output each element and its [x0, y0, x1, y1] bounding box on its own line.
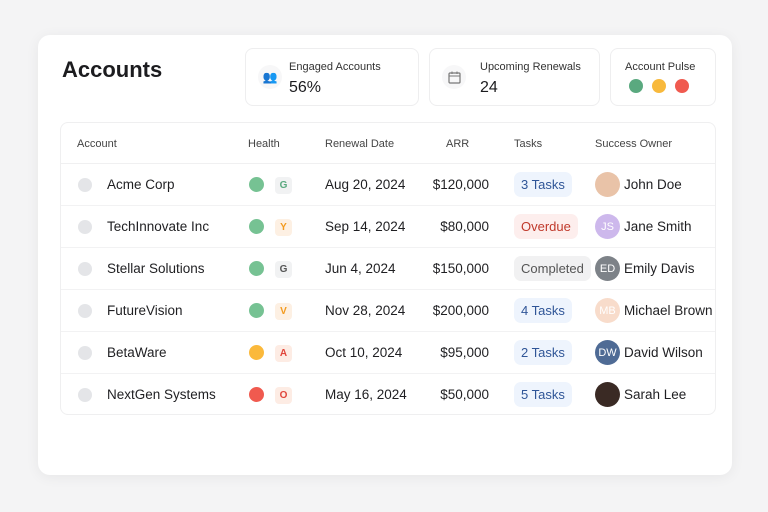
avatar: JS — [595, 214, 620, 239]
pulse-dot — [652, 79, 666, 93]
stat-engaged-accounts: 👥 Engaged Accounts 56% — [245, 48, 419, 106]
col-arr[interactable]: ARR — [446, 138, 469, 150]
owner-name: David Wilson — [624, 345, 703, 360]
stat-label: Engaged Accounts — [289, 61, 381, 73]
arr-value: $95,000 — [440, 345, 489, 360]
page-title: Accounts — [62, 57, 163, 82]
account-name[interactable]: NextGen Systems — [107, 387, 216, 402]
tasks-badge[interactable]: 3 Tasks — [514, 172, 572, 197]
arr-value: $120,000 — [432, 177, 489, 192]
avatar: MB — [595, 298, 620, 323]
account-name[interactable]: Stellar Solutions — [107, 261, 205, 276]
tasks-badge[interactable]: Overdue — [514, 214, 578, 239]
renewal-date: Sep 14, 2024 — [325, 219, 406, 234]
health-dot — [249, 345, 264, 360]
health-dot — [249, 303, 264, 318]
pulse-dots — [629, 79, 698, 98]
row-select-checkbox[interactable] — [78, 304, 92, 318]
stat-label: Account Pulse — [625, 61, 696, 73]
account-name[interactable]: TechInnovate Inc — [107, 219, 209, 234]
row-select-checkbox[interactable] — [78, 262, 92, 276]
pulse-dot — [675, 79, 689, 93]
tasks-badge[interactable]: 2 Tasks — [514, 340, 572, 365]
owner-name: John Doe — [624, 177, 682, 192]
table-row[interactable]: Acme Corp G Aug 20, 2024 $120,000 3 Task… — [61, 164, 715, 206]
row-select-checkbox[interactable] — [78, 220, 92, 234]
table-row[interactable]: BetaWare A Oct 10, 2024 $95,000 2 Tasks … — [61, 332, 715, 374]
avatar — [595, 172, 620, 197]
arr-value: $50,000 — [440, 387, 489, 402]
owner-name: Emily Davis — [624, 261, 695, 276]
renewal-date: Nov 28, 2024 — [325, 303, 406, 318]
account-name[interactable]: BetaWare — [107, 345, 167, 360]
account-name[interactable]: FutureVision — [107, 303, 183, 318]
stat-account-pulse: Account Pulse — [610, 48, 716, 106]
health-badge: G — [275, 177, 292, 194]
owner-name: Sarah Lee — [624, 387, 687, 402]
account-name[interactable]: Acme Corp — [107, 177, 175, 192]
health-badge: V — [275, 303, 292, 320]
renewal-date: Aug 20, 2024 — [325, 177, 406, 192]
health-badge: Y — [275, 219, 292, 236]
health-dot — [249, 177, 264, 192]
table-row[interactable]: NextGen Systems O May 16, 2024 $50,000 5… — [61, 374, 715, 416]
tasks-badge[interactable]: Completed — [514, 256, 591, 281]
owner-name: Jane Smith — [624, 219, 692, 234]
avatar — [595, 382, 620, 407]
stat-label: Upcoming Renewals — [480, 61, 581, 73]
table-row[interactable]: FutureVision V Nov 28, 2024 $200,000 4 T… — [61, 290, 715, 332]
col-account[interactable]: Account — [77, 138, 117, 150]
avatar: DW — [595, 340, 620, 365]
table-header: Account Health Renewal Date ARR Tasks Su… — [61, 123, 715, 164]
row-select-checkbox[interactable] — [78, 388, 92, 402]
accounts-table: Account Health Renewal Date ARR Tasks Su… — [60, 122, 716, 415]
health-badge: G — [275, 261, 292, 278]
owner-name: Michael Brown — [624, 303, 713, 318]
stat-upcoming-renewals: Upcoming Renewals 24 — [429, 48, 600, 106]
table-row[interactable]: TechInnovate Inc Y Sep 14, 2024 $80,000 … — [61, 206, 715, 248]
col-success-owner[interactable]: Success Owner — [595, 138, 672, 150]
row-select-checkbox[interactable] — [78, 346, 92, 360]
health-dot — [249, 261, 264, 276]
health-badge: O — [275, 387, 292, 404]
col-renewal-date[interactable]: Renewal Date — [325, 138, 394, 150]
stat-value: 24 — [480, 79, 498, 96]
tasks-badge[interactable]: 4 Tasks — [514, 298, 572, 323]
pulse-dot — [629, 79, 643, 93]
arr-value: $80,000 — [440, 219, 489, 234]
health-dot — [249, 387, 264, 402]
tasks-badge[interactable]: 5 Tasks — [514, 382, 572, 407]
renewal-date: Jun 4, 2024 — [325, 261, 396, 276]
col-health[interactable]: Health — [248, 138, 280, 150]
row-select-checkbox[interactable] — [78, 178, 92, 192]
accounts-card: Accounts 👥 Engaged Accounts 56% Upcoming… — [38, 35, 732, 475]
health-badge: A — [275, 345, 292, 362]
calendar-icon — [442, 65, 466, 89]
avatar: ED — [595, 256, 620, 281]
health-dot — [249, 219, 264, 234]
stat-value: 56% — [289, 79, 322, 96]
arr-value: $200,000 — [432, 303, 489, 318]
renewal-date: Oct 10, 2024 — [325, 345, 403, 360]
table-row[interactable]: Stellar Solutions G Jun 4, 2024 $150,000… — [61, 248, 715, 290]
arr-value: $150,000 — [432, 261, 489, 276]
renewal-date: May 16, 2024 — [325, 387, 407, 402]
users-icon: 👥 — [258, 65, 282, 89]
col-tasks[interactable]: Tasks — [514, 138, 542, 150]
